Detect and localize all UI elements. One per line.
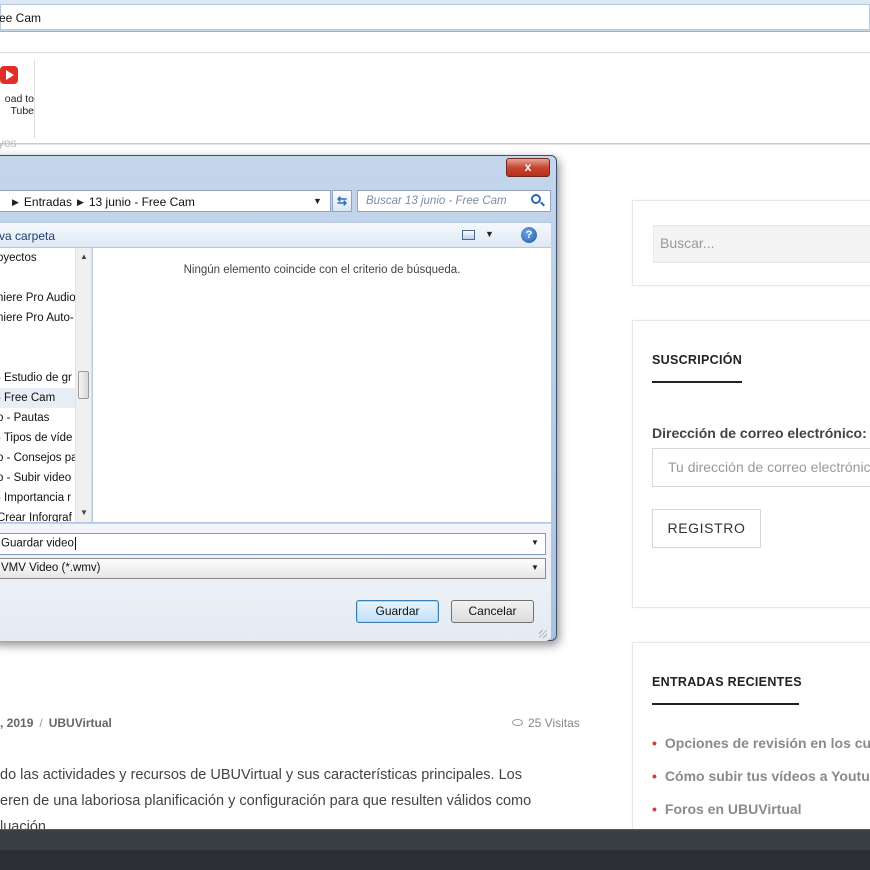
filename-value: Guardar video <box>1 537 74 550</box>
bullet-icon: • <box>652 735 657 751</box>
upload-to-youtube-label: oad to Tube <box>0 93 34 117</box>
nav-item[interactable]: o - Subir video a <box>0 468 81 488</box>
email-field[interactable]: Tu dirección de correo electrónico <box>652 448 870 487</box>
title-underline <box>652 381 742 383</box>
text-caret <box>74 537 76 550</box>
breadcrumb-arrow-icon: ▶ <box>76 197 84 207</box>
nav-scrollbar[interactable]: ▲ ▼ <box>75 248 91 522</box>
nav-item[interactable]: o - Pautas <box>0 408 49 428</box>
chevron-down-icon[interactable]: ▼ <box>485 229 494 239</box>
partial-text: yos <box>0 136 17 150</box>
recent-post-label: Foros en UBUVirtual <box>664 801 802 817</box>
nav-item[interactable]: - Estudio de gr <box>0 368 72 388</box>
new-folder-button[interactable]: va carpeta <box>0 229 55 243</box>
subscription-title: SUSCRIPCIÓN <box>652 353 743 367</box>
recent-posts-title: ENTRADAS RECIENTES <box>652 675 802 689</box>
youtube-icon <box>0 66 18 84</box>
title-underline <box>652 703 799 705</box>
chevron-down-icon[interactable]: ▼ <box>531 538 539 547</box>
app-titlebar-inner: ee Cam <box>0 4 870 30</box>
breadcrumb-item[interactable]: 13 junio - Free Cam <box>89 195 195 209</box>
dialog-search-input[interactable]: Buscar 13 junio - Free Cam <box>357 190 551 212</box>
nav-item[interactable]: o - Consejos pa <box>0 448 78 468</box>
recent-post-label: Opciones de revisión en los cu <box>664 735 870 751</box>
taskbar-band <box>0 830 870 850</box>
refresh-icon: ⇆ <box>336 194 348 208</box>
scroll-down-icon[interactable]: ▼ <box>80 508 88 517</box>
filename-field[interactable]: Guardar video ▼ <box>0 533 546 555</box>
app-ribbon: oad to Tube <box>0 32 870 144</box>
cancel-button[interactable]: Cancelar <box>451 600 534 623</box>
excerpt-line: do las actividades y recursos de UBUVirt… <box>0 767 522 783</box>
upload-label-line1: oad to <box>4 93 34 105</box>
bullet-icon: • <box>652 768 657 784</box>
breadcrumb-arrow-icon: ▶ <box>12 197 19 207</box>
views-count: 25 Visitas <box>528 716 580 730</box>
breadcrumb-item[interactable]: Entradas <box>24 195 72 209</box>
scroll-up-icon[interactable]: ▲ <box>80 252 88 261</box>
change-view-icon[interactable] <box>462 230 475 240</box>
subscription-widget: SUSCRIPCIÓN Dirección de correo electrón… <box>632 320 870 608</box>
address-bar[interactable]: ▶ Entradas ▶ 13 junio - Free Cam ▼ <box>0 190 331 212</box>
ribbon-divider <box>0 52 870 53</box>
article-category-link[interactable]: UBUVirtual <box>49 716 112 730</box>
recent-posts-widget: ENTRADAS RECIENTES • Opciones de revisión… <box>632 642 870 842</box>
search-icon[interactable] <box>531 194 541 204</box>
app-title: ee Cam <box>0 11 42 25</box>
resize-grip-icon[interactable] <box>539 630 547 638</box>
article-meta: , 2019 / UBUVirtual <box>0 716 112 730</box>
nav-item-selected[interactable]: - Free Cam <box>0 388 77 408</box>
app-titlebar: ee Cam <box>0 0 870 32</box>
recent-post-link[interactable]: • Opciones de revisión en los cu <box>652 735 870 768</box>
excerpt-line: eren de una laboriosa planificación y co… <box>0 793 532 809</box>
close-button[interactable]: x <box>506 158 550 177</box>
recent-post-label: Cómo subir tus vídeos a Youtu <box>664 768 870 784</box>
eye-icon <box>512 719 523 727</box>
register-button[interactable]: REGISTRO <box>652 509 761 548</box>
file-list[interactable]: Ningún elemento coincide con el criterio… <box>93 248 551 522</box>
save-button[interactable]: Guardar <box>356 600 439 623</box>
filetype-select[interactable]: VMV Video (*.wmv) ▼ <box>0 558 546 579</box>
bullet-icon: • <box>652 801 657 817</box>
empty-message: Ningún elemento coincide con el criterio… <box>183 264 461 276</box>
email-label: Dirección de correo electrónico: <box>652 425 867 441</box>
nav-item[interactable]: - Importancia r <box>0 488 71 508</box>
help-icon[interactable]: ? <box>521 227 537 243</box>
article-date: , 2019 <box>0 716 34 730</box>
taskbar <box>0 829 870 870</box>
meta-separator: / <box>39 716 43 730</box>
article-views: 25 Visitas <box>512 716 580 730</box>
scroll-thumb[interactable] <box>78 371 89 399</box>
upload-label-line2: Tube <box>10 105 34 117</box>
breadcrumb: ▶ Entradas ▶ 13 junio - Free Cam <box>7 195 195 209</box>
refresh-button[interactable]: ⇆ <box>332 190 352 212</box>
dialog-footer: Guardar video ▼ VMV Video (*.wmv) ▼ Guar… <box>0 523 551 641</box>
sidebar-search-input[interactable]: Buscar... <box>653 225 870 263</box>
recent-post-link[interactable]: • Cómo subir tus vídeos a Youtu <box>652 768 870 801</box>
save-dialog: x ▶ Entradas ▶ 13 junio - Free Cam ▼ ⇆ Busc… <box>0 155 557 641</box>
command-bar: va carpeta ▼ ? <box>0 222 551 248</box>
nav-item[interactable]: niere Pro Auto- <box>0 308 74 328</box>
nav-item[interactable]: niere Pro Audio <box>0 288 76 308</box>
ribbon-separator <box>34 60 35 138</box>
chevron-down-icon[interactable]: ▼ <box>313 196 322 206</box>
upload-to-youtube-button[interactable]: oad to Tube <box>0 62 38 142</box>
nav-item[interactable]: Crear Inforgraf <box>0 508 72 522</box>
recent-posts-list: • Opciones de revisión en los cu • Cómo su… <box>652 735 870 834</box>
chevron-down-icon[interactable]: ▼ <box>531 563 539 572</box>
search-widget: Buscar... <box>632 200 870 286</box>
nav-item[interactable]: oyectos <box>0 248 37 268</box>
filetype-value: VMV Video (*.wmv) <box>1 562 101 574</box>
nav-item[interactable]: - Tipos de víde <box>0 428 72 448</box>
